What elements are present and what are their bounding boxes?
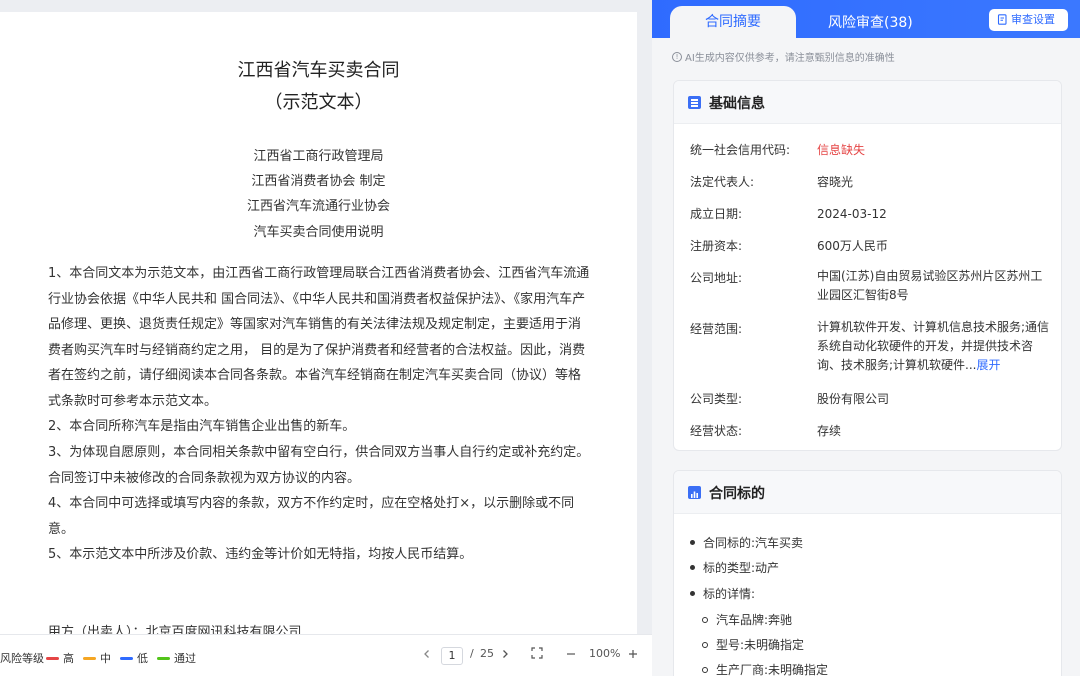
zoom-level: 100% <box>589 647 621 660</box>
risk-legend-label: 风险等级 <box>0 652 44 665</box>
zoom-out-icon[interactable] <box>562 646 580 664</box>
bullet-circle <box>702 616 708 623</box>
subject-item: 标的详情: <box>690 585 755 602</box>
clause-paragraph: 2、本合同所称汽车是指由汽车销售企业出售的新车。 <box>48 419 356 434</box>
document-subtitle: （示范文本） <box>264 92 373 113</box>
missing-info-value: 信息缺失 <box>817 143 866 157</box>
document-page: 江西省汽车买卖合同 （示范文本） 江西省工商行政管理局 江西省消费者协会 制定 … <box>0 12 637 634</box>
contract-subject-title: 合同标的 <box>709 486 765 502</box>
fullscreen-icon[interactable] <box>528 646 546 664</box>
basic-info-title: 基础信息 <box>709 96 765 112</box>
legend-medium: 中 <box>83 650 111 666</box>
document-list-icon <box>688 96 701 109</box>
contract-subject-header: 合同标的 <box>674 471 1061 514</box>
clause-paragraph: 5、本示范文本中所涉及价款、违约金等计价如无特指，均按人民币结算。 <box>48 547 473 562</box>
party-a-line: 甲方（出卖人）：北京百度网讯科技有限公司 <box>48 625 302 634</box>
legend-low: 低 <box>120 650 148 666</box>
basic-info-header: 基础信息 <box>674 81 1061 124</box>
tab-contract-summary[interactable]: 合同摘要 <box>670 6 796 40</box>
issuer-line: 江西省汽车流通行业协会 <box>246 199 390 214</box>
chevron-right-icon[interactable] <box>496 646 514 664</box>
legend-pass-swatch <box>157 656 170 660</box>
page-separator: / <box>470 647 474 660</box>
tab-risk-review[interactable]: 风险审查(38) <box>828 12 913 32</box>
subject-item: 标的类型:动产 <box>690 559 779 576</box>
issuer-line: 汽车买卖合同使用说明 <box>253 225 384 240</box>
summary-panel: 合同摘要 风险审查(38) 审查设置 ! AI生成内容仅供参考，请注意甄别信息的准… <box>652 0 1080 676</box>
issuer-line: 江西省工商行政管理局 <box>253 149 384 164</box>
bullet-circle <box>702 641 708 648</box>
subject-detail-item: 生产厂商:未明确指定 <box>702 661 828 676</box>
legend-low-swatch <box>120 656 133 660</box>
viewer-toolbar: 风险等级 高 中 低 通过 1 / 25 100% <box>0 634 652 676</box>
bullet-dot <box>690 591 695 596</box>
contract-subject-card: 合同标的 合同标的:汽车买卖 标的类型:动产 标的详情: 汽车品牌:奔驰 型号:… <box>673 470 1062 676</box>
bullet-circle <box>702 666 708 673</box>
bar-chart-icon <box>688 486 701 499</box>
clause-paragraph: 1、本合同文本为示范文本，由江西省工商行政管理局联合江西省消费者协会、江西省汽车… <box>48 266 590 409</box>
panel-tab-bar: 合同摘要 风险审查(38) 审查设置 <box>652 0 1080 40</box>
subject-item: 合同标的:汽车买卖 <box>690 534 803 551</box>
bullet-dot <box>690 540 695 545</box>
ai-disclaimer: ! AI生成内容仅供参考，请注意甄别信息的准确性 <box>672 49 895 64</box>
subject-detail-item: 型号:未明确指定 <box>702 636 804 653</box>
info-icon: ! <box>672 52 682 62</box>
issuer-line: 江西省消费者协会 制定 <box>251 174 386 189</box>
legend-high-swatch <box>46 656 59 660</box>
zoom-in-icon[interactable] <box>624 646 642 664</box>
chevron-left-icon[interactable] <box>418 646 436 664</box>
expand-link[interactable]: 展开 <box>977 358 1001 372</box>
basic-info-card: 基础信息 统一社会信用代码: 信息缺失 法定代表人: 容晓光 成立日期: 202… <box>673 80 1062 451</box>
legend-medium-swatch <box>83 656 96 660</box>
total-pages: 25 <box>480 647 494 660</box>
document-viewer: 江西省汽车买卖合同 （示范文本） 江西省工商行政管理局 江西省消费者协会 制定 … <box>0 0 652 676</box>
legend-pass: 通过 <box>157 650 196 666</box>
review-settings-button[interactable]: 审查设置 <box>989 9 1068 31</box>
bullet-dot <box>690 565 695 570</box>
clause-paragraph: 4、本合同中可选择或填写内容的条款，双方不作约定时，应在空格处打×，以示删除或不… <box>48 496 575 537</box>
document-title: 江西省汽车买卖合同 <box>237 60 400 81</box>
settings-doc-icon <box>997 13 1007 25</box>
page-number-input[interactable]: 1 <box>441 647 463 665</box>
subject-detail-item: 汽车品牌:奔驰 <box>702 611 792 628</box>
legend-high: 高 <box>46 650 74 666</box>
clause-paragraph: 3、为体现自愿原则，本合同相关条款中留有空白行，供合同双方当事人自行约定或补充约… <box>48 445 590 486</box>
